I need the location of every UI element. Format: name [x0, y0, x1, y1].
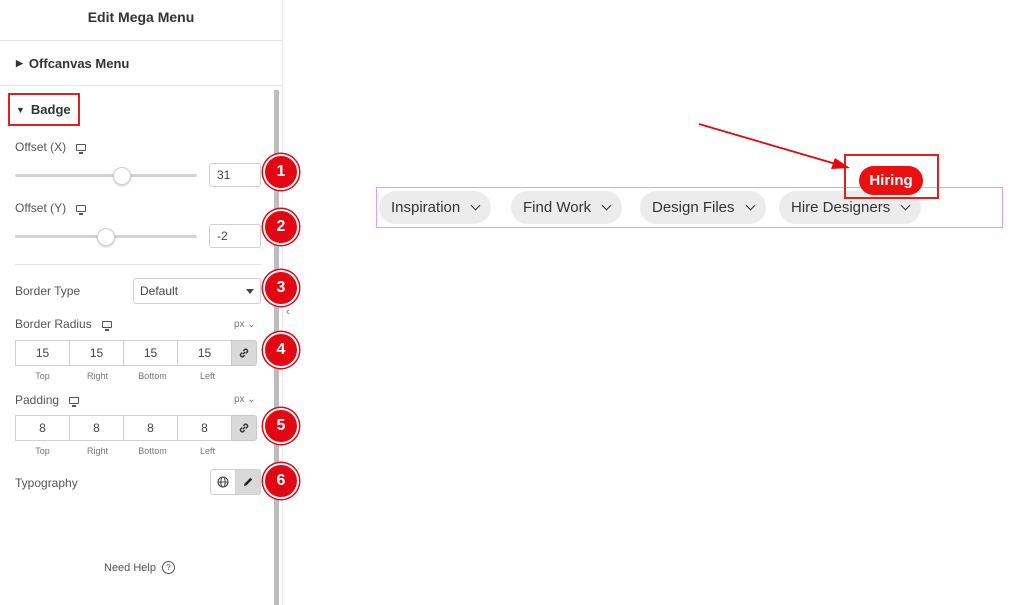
annotation-arrow: [698, 123, 850, 169]
arrow-head-icon: [831, 158, 850, 169]
